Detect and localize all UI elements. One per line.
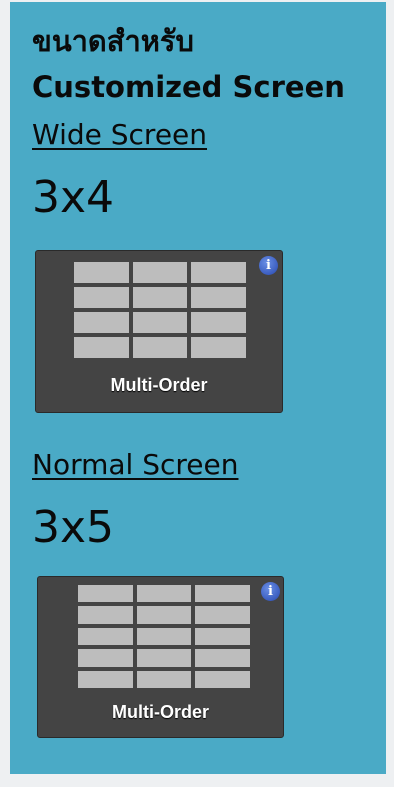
info-icon[interactable]: i — [259, 256, 278, 275]
normal-screen-grid-size: 3x5 — [32, 502, 115, 553]
grid-cell — [74, 312, 129, 333]
grid-cell — [132, 262, 188, 283]
wide-screen-grid-preview — [74, 262, 246, 358]
heading-line-thai: ขนาดสำหรับ — [32, 24, 194, 58]
grid-cell — [74, 337, 129, 358]
grid-cell — [74, 262, 129, 283]
normal-screen-grid-preview — [78, 585, 250, 688]
grid-cell — [191, 337, 246, 358]
normal-screen-link[interactable]: Normal Screen — [32, 448, 238, 481]
wide-screen-grid-size: 3x4 — [32, 172, 115, 223]
grid-cell — [195, 606, 250, 624]
grid-cell — [78, 585, 133, 603]
grid-cell — [78, 606, 133, 624]
tile-label: Multi-Order — [112, 702, 209, 722]
grid-cell — [132, 337, 188, 358]
grid-cell — [132, 312, 188, 333]
tile-label: Multi-Order — [110, 375, 208, 395]
grid-cell — [136, 606, 192, 624]
grid-cell — [195, 649, 250, 667]
grid-cell — [132, 287, 188, 308]
grid-cell — [136, 649, 192, 667]
grid-cell — [78, 649, 133, 667]
grid-cell — [136, 670, 192, 688]
grid-cell — [191, 262, 246, 283]
grid-cell — [195, 670, 250, 688]
grid-cell — [136, 627, 192, 646]
wide-screen-multi-order-tile[interactable]: Multi-Order i — [35, 250, 283, 413]
size-panel: ขนาดสำหรับ Customized Screen Wide Screen… — [10, 2, 386, 774]
info-icon[interactable]: i — [261, 582, 280, 601]
grid-cell — [195, 585, 250, 603]
heading-line-english: Customized Screen — [32, 70, 345, 104]
grid-cell — [191, 287, 246, 308]
grid-cell — [136, 585, 192, 603]
grid-cell — [78, 670, 133, 688]
grid-cell — [195, 627, 250, 646]
page: ขนาดสำหรับ Customized Screen Wide Screen… — [0, 0, 394, 787]
grid-cell — [78, 627, 133, 646]
panel-heading: ขนาดสำหรับ Customized Screen — [32, 18, 345, 110]
normal-screen-multi-order-tile[interactable]: Multi-Order i — [37, 576, 284, 738]
grid-cell — [191, 312, 246, 333]
grid-cell — [74, 287, 129, 308]
wide-screen-link[interactable]: Wide Screen — [32, 118, 207, 151]
